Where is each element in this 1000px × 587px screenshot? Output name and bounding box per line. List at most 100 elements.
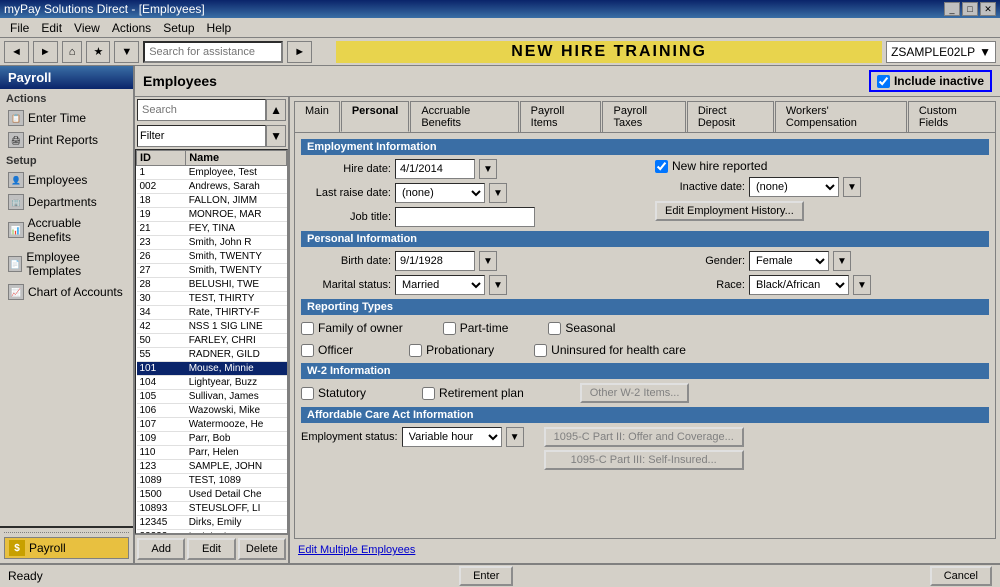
- sidebar-item-employees[interactable]: 👤 Employees: [0, 169, 133, 191]
- menu-view[interactable]: View: [68, 19, 106, 37]
- tab-accruable-benefits[interactable]: Accruable Benefits: [410, 101, 518, 132]
- add-employee-button[interactable]: Add: [137, 538, 185, 560]
- forward-button[interactable]: ►: [33, 41, 58, 63]
- statutory-checkbox[interactable]: [301, 387, 314, 400]
- gender-dropdown[interactable]: ▼: [833, 251, 851, 271]
- uninsured-checkbox[interactable]: [534, 344, 547, 357]
- race-dropdown[interactable]: ▼: [853, 275, 871, 295]
- part-time-checkbox[interactable]: [443, 322, 456, 335]
- tab-workers-comp[interactable]: Workers' Compensation: [775, 101, 907, 132]
- hire-date-input[interactable]: [395, 159, 475, 179]
- minimize-button[interactable]: _: [944, 2, 960, 16]
- employment-status-select[interactable]: Variable hour Full-time Part-time: [402, 427, 502, 447]
- birth-date-picker[interactable]: ▼: [479, 251, 497, 271]
- sidebar-item-employee-templates[interactable]: 📄 Employee Templates: [0, 247, 133, 281]
- edit-employee-button[interactable]: Edit: [187, 538, 235, 560]
- help-search-input[interactable]: [143, 41, 283, 63]
- new-hire-checkbox[interactable]: [655, 160, 668, 173]
- table-row[interactable]: 107Watermooze, He: [137, 418, 287, 432]
- table-row[interactable]: 19MONROE, MAR: [137, 208, 287, 222]
- sidebar-item-print-reports[interactable]: 🖨 Print Reports: [0, 129, 133, 151]
- table-row[interactable]: 109Parr, Bob: [137, 432, 287, 446]
- edit-employment-history-button[interactable]: Edit Employment History...: [655, 201, 804, 221]
- table-row[interactable]: 55RADNER, GILD: [137, 348, 287, 362]
- table-row[interactable]: 10893STEUSLOFF, LI: [137, 502, 287, 516]
- table-row[interactable]: 1500Used Detail Che: [137, 488, 287, 502]
- table-row[interactable]: 18FALLON, JIMM: [137, 194, 287, 208]
- include-inactive-checkbox[interactable]: [877, 75, 890, 88]
- menu-actions[interactable]: Actions: [106, 19, 157, 37]
- table-row[interactable]: 50FARLEY, CHRI: [137, 334, 287, 348]
- menu-setup[interactable]: Setup: [157, 19, 200, 37]
- seasonal-checkbox[interactable]: [548, 322, 561, 335]
- aca-part2-button[interactable]: 1095-C Part II: Offer and Coverage...: [544, 427, 744, 447]
- edit-multiple-employees-link[interactable]: Edit Multiple Employees: [298, 544, 415, 556]
- table-row[interactable]: 26Smith, TWENTY: [137, 250, 287, 264]
- maximize-button[interactable]: □: [962, 2, 978, 16]
- table-row[interactable]: 30TEST, THIRTY: [137, 292, 287, 306]
- table-row[interactable]: 1089TEST, 1089: [137, 474, 287, 488]
- back-button[interactable]: ◄: [4, 41, 29, 63]
- menu-file[interactable]: File: [4, 19, 35, 37]
- last-raise-date-select[interactable]: (none): [395, 183, 485, 203]
- go-button[interactable]: ►: [287, 41, 312, 63]
- sidebar-payroll-button[interactable]: $ Payroll: [4, 537, 129, 559]
- company-selector[interactable]: ZSAMPLE02LP ▼: [886, 41, 996, 63]
- sidebar-item-accruable-benefits[interactable]: 📊 Accruable Benefits: [0, 213, 133, 247]
- job-title-input[interactable]: [395, 207, 535, 227]
- sidebar-item-chart-of-accounts[interactable]: 📈 Chart of Accounts: [0, 281, 133, 303]
- close-button[interactable]: ✕: [980, 2, 996, 16]
- tab-personal[interactable]: Personal: [341, 101, 409, 132]
- table-row[interactable]: 123SAMPLE, JOHN: [137, 460, 287, 474]
- gender-select[interactable]: Female Male: [749, 251, 829, 271]
- aca-part3-button[interactable]: 1095-C Part III: Self-Insured...: [544, 450, 744, 470]
- table-row[interactable]: 104Lightyear, Buzz: [137, 376, 287, 390]
- filter-dropdown-button[interactable]: ▼: [266, 125, 286, 147]
- table-row[interactable]: 1Employee, Test: [137, 166, 287, 180]
- marital-status-dropdown[interactable]: ▼: [489, 275, 507, 295]
- officer-checkbox[interactable]: [301, 344, 314, 357]
- sidebar-item-departments[interactable]: 🏢 Departments: [0, 191, 133, 213]
- hire-date-picker-button[interactable]: ▼: [479, 159, 497, 179]
- menu-edit[interactable]: Edit: [35, 19, 68, 37]
- table-row[interactable]: 110Parr, Helen: [137, 446, 287, 460]
- employment-status-dropdown[interactable]: ▼: [506, 427, 524, 447]
- dropdown-button[interactable]: ▼: [114, 41, 139, 63]
- table-row[interactable]: 106Wazowski, Mike: [137, 404, 287, 418]
- cancel-button[interactable]: Cancel: [930, 566, 992, 586]
- tab-direct-deposit[interactable]: Direct Deposit: [687, 101, 774, 132]
- inactive-date-select[interactable]: (none): [749, 177, 839, 197]
- tab-custom-fields[interactable]: Custom Fields: [908, 101, 996, 132]
- employee-search-input[interactable]: [137, 99, 266, 121]
- home-button[interactable]: ⌂: [62, 41, 83, 63]
- family-owner-checkbox[interactable]: [301, 322, 314, 335]
- other-w2-button[interactable]: Other W-2 Items...: [580, 383, 690, 403]
- probationary-checkbox[interactable]: [409, 344, 422, 357]
- table-row[interactable]: 21FEY, TINA: [137, 222, 287, 236]
- table-row[interactable]: 27Smith, TWENTY: [137, 264, 287, 278]
- birth-date-input[interactable]: [395, 251, 475, 271]
- delete-employee-button[interactable]: Delete: [238, 538, 286, 560]
- tab-payroll-taxes[interactable]: Payroll Taxes: [602, 101, 685, 132]
- retirement-plan-checkbox[interactable]: [422, 387, 435, 400]
- tab-main[interactable]: Main: [294, 101, 340, 132]
- search-clear-button[interactable]: ▲: [266, 99, 286, 121]
- table-row[interactable]: 23Smith, John R: [137, 236, 287, 250]
- tab-payroll-items[interactable]: Payroll Items: [520, 101, 602, 132]
- inactive-date-picker[interactable]: ▼: [843, 177, 861, 197]
- sidebar-item-enter-time[interactable]: 📋 Enter Time: [0, 107, 133, 129]
- table-row[interactable]: 28BELUSHI, TWE: [137, 278, 287, 292]
- table-row[interactable]: 002Andrews, Sarah: [137, 180, 287, 194]
- race-select[interactable]: Black/African: [749, 275, 849, 295]
- table-row[interactable]: 105Sullivan, James: [137, 390, 287, 404]
- favorites-button[interactable]: ★: [86, 41, 110, 63]
- table-row[interactable]: 34Rate, THIRTY-F: [137, 306, 287, 320]
- table-row[interactable]: 12345Dirks, Emily: [137, 516, 287, 530]
- last-raise-date-picker[interactable]: ▼: [489, 183, 507, 203]
- enter-button[interactable]: Enter: [459, 566, 513, 586]
- table-row[interactable]: 101Mouse, Minnie: [137, 362, 287, 376]
- menu-help[interactable]: Help: [201, 19, 238, 37]
- table-row[interactable]: 42NSS 1 SIG LINE: [137, 320, 287, 334]
- employee-filter-select[interactable]: Filter: [137, 125, 266, 147]
- marital-status-select[interactable]: Married Single Other: [395, 275, 485, 295]
